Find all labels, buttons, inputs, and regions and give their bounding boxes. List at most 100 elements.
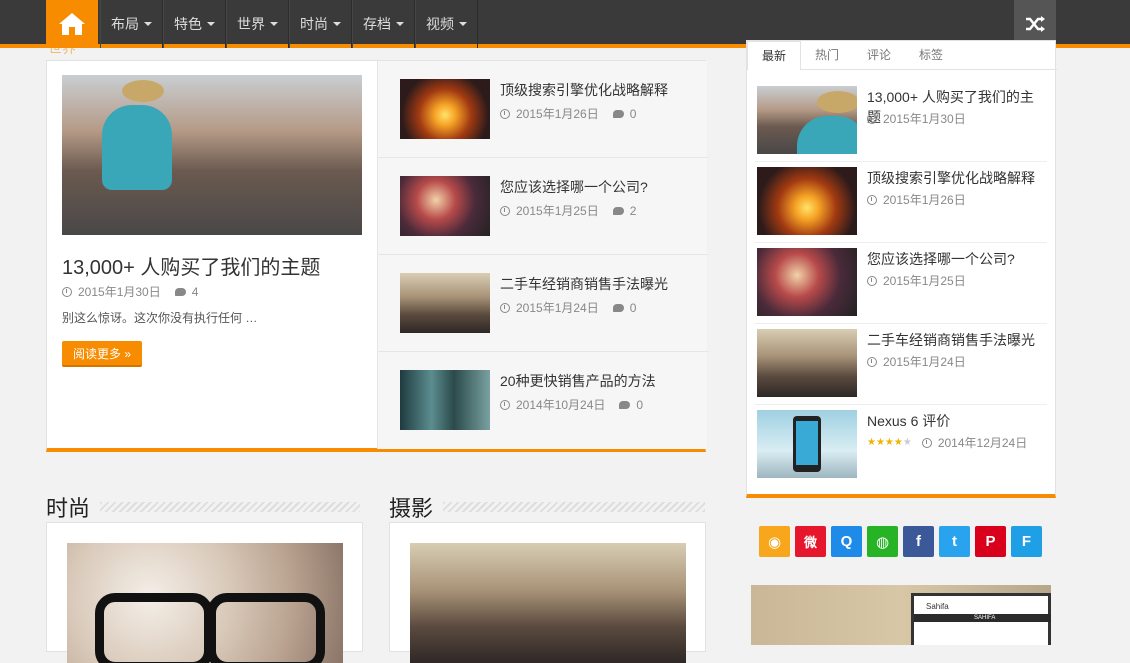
menu-item-layout[interactable]: 布局	[100, 0, 163, 48]
sidebar-tabs-widget: 最新 热门 评论 标签 13,000+ 人购买了我们的主题 2015年1月30日…	[746, 40, 1057, 498]
post-thumbnail[interactable]	[400, 370, 490, 430]
tab-comments[interactable]: 评论	[853, 41, 905, 70]
comments-icon	[612, 206, 624, 215]
post-thumbnail[interactable]	[757, 410, 857, 478]
section-title[interactable]: 摄影	[389, 491, 433, 523]
home-icon	[59, 13, 85, 35]
caret-down-icon	[270, 22, 278, 26]
social-icons: ◉ 微 Q ◍ f t P F	[759, 526, 1042, 557]
tab-tags[interactable]: 标签	[905, 41, 957, 70]
post-thumbnail[interactable]	[410, 543, 686, 663]
fashion-card	[46, 522, 363, 663]
post-thumbnail[interactable]	[400, 79, 490, 139]
post-thumbnail[interactable]	[757, 167, 857, 235]
post-meta: ★★★★★ 2014年12月24日	[867, 434, 1027, 451]
comment-count[interactable]: 0	[630, 301, 637, 315]
photo-card	[389, 522, 706, 663]
menu-item-featured[interactable]: 特色	[163, 0, 226, 48]
list-item: 您应该选择哪一个公司? 2015年1月25日	[755, 243, 1047, 324]
post-meta: 2015年1月25日	[867, 272, 966, 289]
comments-icon	[612, 303, 624, 312]
featured-list: 顶级搜索引擎优化战略解释 2015年1月26日 0 您应该选择哪一个公司? 20…	[377, 61, 708, 449]
facebook-icon[interactable]: f	[903, 526, 934, 557]
post-meta: 2015年1月30日 4	[62, 283, 198, 300]
comment-count[interactable]: 4	[192, 285, 199, 299]
rss-icon[interactable]: ◉	[759, 526, 790, 557]
sidebar-ad-banner[interactable]: Sahifa SAHIFA	[751, 585, 1051, 645]
tab-recent[interactable]: 最新	[747, 41, 802, 70]
post-title[interactable]: 顶级搜索引擎优化战略解释	[500, 80, 668, 100]
menu-item-label: 时尚	[300, 16, 328, 32]
featured-main-image[interactable]	[62, 75, 362, 235]
menu-item-label: 世界	[237, 16, 265, 32]
tab-popular[interactable]: 热门	[801, 41, 853, 70]
post-title[interactable]: 您应该选择哪一个公司?	[500, 177, 648, 197]
menu-item-fashion[interactable]: 时尚	[289, 0, 352, 48]
post-thumbnail[interactable]	[757, 248, 857, 316]
post-meta: 2015年1月26日	[867, 191, 966, 208]
clock-icon	[500, 205, 510, 216]
caret-down-icon	[333, 22, 341, 26]
post-date: 2015年1月25日	[883, 274, 966, 288]
caret-down-icon	[459, 22, 467, 26]
clock-icon	[500, 108, 510, 119]
twitter-icon[interactable]: t	[939, 526, 970, 557]
post-meta: 2015年1月24日 0	[500, 299, 636, 316]
ad-screen-bar: SAHIFA	[914, 614, 1051, 622]
heading-divider	[443, 502, 706, 512]
post-thumbnail[interactable]	[400, 176, 490, 236]
caret-down-icon	[144, 22, 152, 26]
list-item: 顶级搜索引擎优化战略解释 2015年1月26日 0	[378, 61, 708, 158]
clock-icon	[500, 399, 510, 410]
post-date: 2015年1月30日	[883, 112, 966, 126]
pinterest-icon[interactable]: P	[975, 526, 1006, 557]
menu-item-label: 视频	[426, 16, 454, 32]
ad-screen-image: Sahifa SAHIFA	[911, 593, 1051, 645]
post-date: 2015年1月26日	[516, 107, 599, 121]
ad-screen-tag: SAHIFA	[974, 615, 996, 621]
menu-item-video[interactable]: 视频	[415, 0, 478, 48]
section-title[interactable]: 时尚	[46, 491, 90, 523]
widget-tabs: 最新 热门 评论 标签	[747, 41, 1057, 70]
menu-item-world[interactable]: 世界	[226, 0, 289, 48]
post-thumbnail[interactable]	[67, 543, 343, 663]
list-item: 您应该选择哪一个公司? 2015年1月25日 2	[378, 158, 708, 255]
foursquare-icon[interactable]: F	[1011, 526, 1042, 557]
list-item: 13,000+ 人购买了我们的主题 2015年1月30日	[755, 81, 1047, 162]
post-thumbnail[interactable]	[400, 273, 490, 333]
caret-down-icon	[207, 22, 215, 26]
read-more-button[interactable]: 阅读更多 »	[62, 341, 143, 367]
featured-main-post: 13,000+ 人购买了我们的主题 2015年1月30日 4 别这么惊讶。这次你…	[47, 61, 377, 449]
caret-down-icon	[396, 22, 404, 26]
clock-icon	[867, 194, 877, 205]
main-menu: 布局 特色 世界 时尚 存档 视频	[100, 0, 478, 48]
post-date: 2015年1月24日	[516, 301, 599, 315]
menu-item-label: 存档	[363, 16, 391, 32]
post-title[interactable]: 您应该选择哪一个公司?	[867, 249, 1015, 269]
post-date: 2014年10月24日	[516, 398, 606, 412]
featured-main-title[interactable]: 13,000+ 人购买了我们的主题	[62, 251, 320, 280]
list-item: 二手车经销商销售手法曝光 2015年1月24日	[755, 324, 1047, 405]
post-title[interactable]: 二手车经销商销售手法曝光	[867, 330, 1035, 350]
clock-icon	[867, 356, 877, 367]
section-ghost-label: 世界	[48, 40, 76, 56]
post-thumbnail[interactable]	[757, 329, 857, 397]
list-item: 二手车经销商销售手法曝光 2015年1月24日 0	[378, 255, 708, 352]
post-thumbnail[interactable]	[757, 86, 857, 154]
wechat-icon[interactable]: ◍	[867, 526, 898, 557]
post-title[interactable]: 顶级搜索引擎优化战略解释	[867, 168, 1035, 188]
comment-count[interactable]: 2	[630, 204, 637, 218]
qq-icon[interactable]: Q	[831, 526, 862, 557]
comment-count[interactable]: 0	[636, 398, 643, 412]
post-date: 2015年1月25日	[516, 204, 599, 218]
post-title[interactable]: 二手车经销商销售手法曝光	[500, 274, 668, 294]
weibo-icon[interactable]: 微	[795, 526, 826, 557]
post-date: 2015年1月26日	[883, 193, 966, 207]
post-excerpt: 别这么惊讶。这次你没有执行任何 …	[62, 311, 258, 325]
post-title[interactable]: Nexus 6 评价	[867, 411, 950, 431]
post-title[interactable]: 20种更快销售产品的方法	[500, 371, 656, 391]
post-date: 2015年1月24日	[883, 355, 966, 369]
menu-item-archive[interactable]: 存档	[352, 0, 415, 48]
featured-block: 13,000+ 人购买了我们的主题 2015年1月30日 4 别这么惊讶。这次你…	[46, 60, 708, 452]
comment-count[interactable]: 0	[630, 107, 637, 121]
